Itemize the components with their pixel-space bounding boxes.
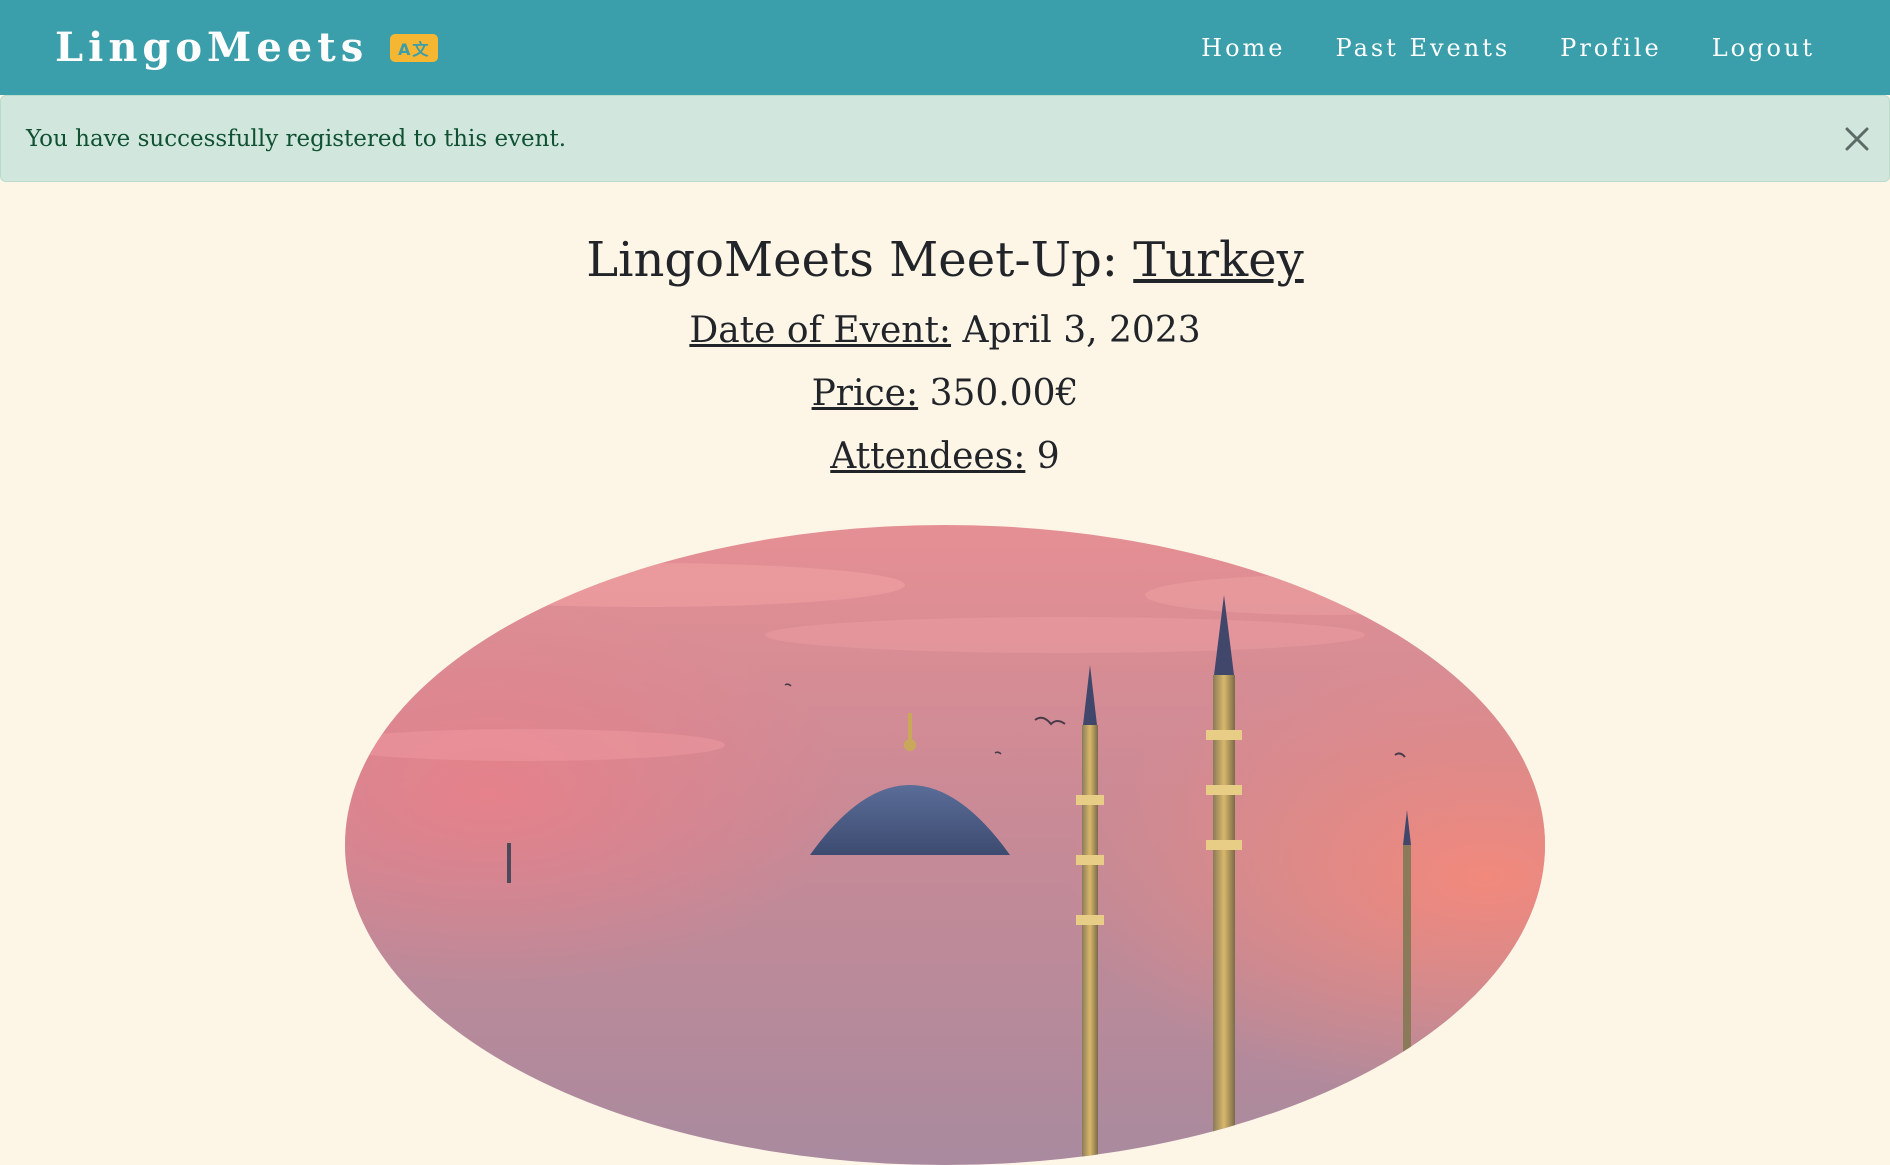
attendees-value: 9 — [1036, 436, 1060, 477]
mosque-skyline-image — [345, 525, 1545, 1165]
alert-message: You have successfully registered to this… — [26, 125, 567, 152]
nav-past-events-link[interactable]: Past Events — [1336, 34, 1511, 62]
nav-logout-link[interactable]: Logout — [1712, 34, 1815, 62]
event-details: LingoMeets Meet-Up: Turkey Date of Event… — [0, 182, 1890, 477]
nav-links: Home Past Events Profile Logout — [1151, 34, 1815, 62]
navbar: LingoMeets A文 Home Past Events Profile L… — [0, 0, 1890, 95]
date-label: Date of Event: — [689, 310, 952, 351]
price-label: Price: — [811, 373, 919, 414]
nav-home-link[interactable]: Home — [1201, 34, 1285, 62]
date-value: April 3, 2023 — [962, 310, 1201, 351]
event-title: LingoMeets Meet-Up: Turkey — [0, 232, 1890, 288]
close-icon[interactable] — [1841, 123, 1873, 155]
brand-name[interactable]: LingoMeets — [55, 24, 368, 71]
brand-logo[interactable]: LingoMeets A文 — [55, 24, 439, 71]
nav-profile-link[interactable]: Profile — [1560, 34, 1662, 62]
event-date: Date of Event: April 3, 2023 — [0, 310, 1890, 351]
price-value: 350.00€ — [929, 373, 1079, 414]
attendees-label: Attendees: — [830, 436, 1026, 477]
event-image — [345, 525, 1545, 1165]
event-title-prefix: LingoMeets Meet-Up: — [586, 232, 1118, 288]
translate-icon: A文 — [390, 33, 439, 62]
success-alert: You have successfully registered to this… — [0, 95, 1890, 182]
event-country: Turkey — [1133, 232, 1304, 288]
event-price: Price: 350.00€ — [0, 373, 1890, 414]
event-attendees: Attendees: 9 — [0, 436, 1890, 477]
